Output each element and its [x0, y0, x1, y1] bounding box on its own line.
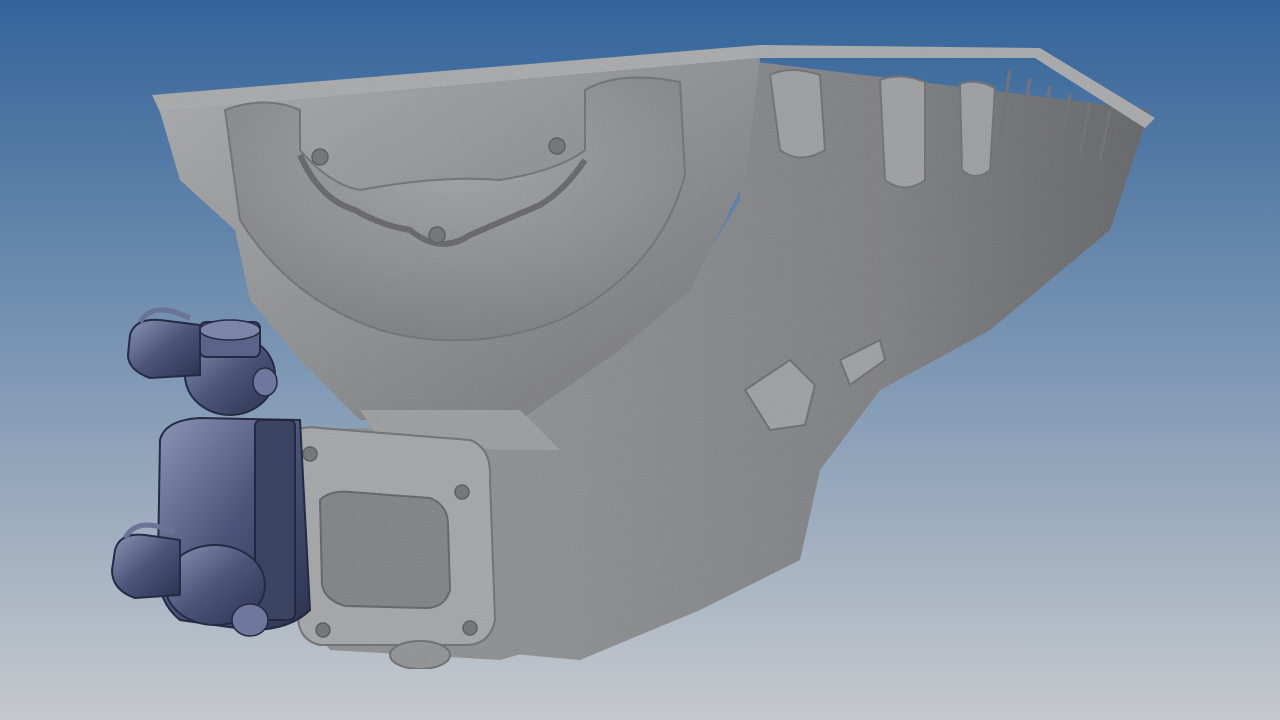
- outlet-port: [318, 490, 452, 610]
- render-canvas: [0, 0, 1280, 720]
- drain-boss: [389, 640, 451, 670]
- cad-viewport[interactable]: [0, 0, 1280, 720]
